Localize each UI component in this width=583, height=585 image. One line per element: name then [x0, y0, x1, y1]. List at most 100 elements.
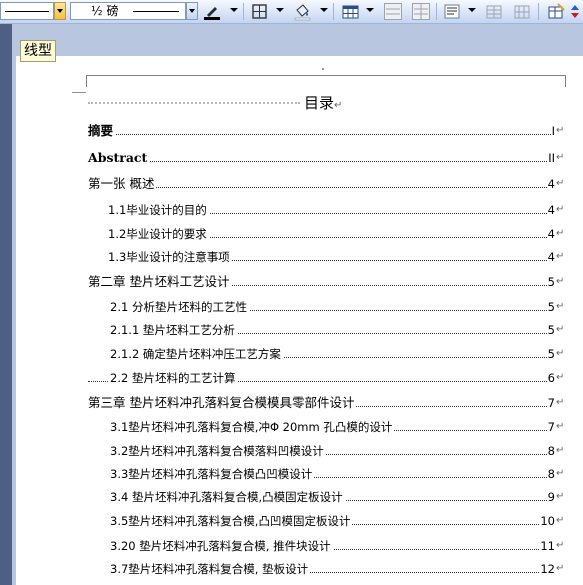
- borders-button[interactable]: [250, 2, 270, 21]
- insert-table-dropdown-arrow[interactable]: [366, 8, 374, 12]
- paint-bucket-icon: [294, 4, 311, 21]
- toc-page-number: 5: [546, 273, 555, 291]
- toc-page-number: II: [547, 149, 555, 167]
- paragraph-mark: ↵: [556, 178, 565, 189]
- line-weight-select[interactable]: ½ 磅: [70, 2, 186, 20]
- line-style-tooltip: 线型: [20, 40, 56, 62]
- toc-entry-title: 1.3毕业设计的注意事项: [108, 248, 232, 266]
- paragraph-mark: ↵: [556, 540, 565, 551]
- toc-page-number: 7: [546, 418, 555, 436]
- paragraph-mark: ↵: [556, 348, 565, 359]
- paragraph-mark: ↵: [556, 125, 565, 136]
- grid-border-icon: [252, 4, 267, 19]
- dot-leader: [88, 187, 553, 188]
- toc-entry-title: 第二章 垫片坯料工艺设计: [88, 273, 232, 291]
- split-cells-icon: [414, 4, 428, 19]
- toc-entry[interactable]: 摘要 I ↵: [0, 122, 567, 140]
- toc-page-number: I: [550, 122, 555, 140]
- line-weight-dropdown-button[interactable]: [186, 2, 198, 20]
- paragraph-mark: ↵: [556, 515, 565, 526]
- align-dropdown-arrow[interactable]: [468, 8, 476, 12]
- toc-entry[interactable]: 1.3毕业设计的注意事项 4 ↵: [0, 248, 567, 266]
- line-style-preview: [5, 11, 49, 12]
- paragraph-mark: ↵: [556, 204, 565, 215]
- toc-entry[interactable]: 3.5垫片坯料冲孔落料复合模,凸凹模固定板设计 10 ↵: [0, 512, 567, 530]
- line-style-dropdown-button[interactable]: [54, 2, 66, 20]
- paragraph-mark: ↵: [556, 324, 565, 335]
- toc-entry[interactable]: 3.20 垫片坯料冲孔落料复合模, 推件块设计 11 ↵: [0, 537, 567, 555]
- sort-button[interactable]: [568, 2, 583, 21]
- toc-page-number: 7: [546, 394, 555, 412]
- paragraph-mark: ↵: [556, 301, 565, 312]
- toc-entry[interactable]: 2.1 分析垫片坯料的工艺性 5 ↵: [0, 298, 567, 316]
- title-leader: [88, 102, 300, 104]
- distribute-rows-icon: [486, 5, 502, 19]
- toc-entry-title: 1.1毕业设计的目的: [108, 201, 209, 219]
- merge-cells-button[interactable]: [384, 3, 402, 20]
- toc-entry[interactable]: 第一张 概述 4 ↵: [0, 175, 567, 193]
- paragraph-mark: ↵: [556, 491, 565, 502]
- toolbar-separator: [538, 3, 539, 20]
- toc-entry[interactable]: 3.7垫片坯料冲孔落料复合模, 垫板设计 12 ↵: [0, 560, 567, 578]
- toc-page-number: 11: [539, 537, 555, 555]
- toc-entry-title: 3.4 垫片坯料冲孔落料复合模,凸模固定板设计: [110, 488, 345, 506]
- borders-dropdown-arrow[interactable]: [276, 8, 284, 12]
- insert-table-button[interactable]: [340, 2, 360, 21]
- table-autoformat-icon: [548, 3, 565, 19]
- toc-entry[interactable]: 1.1毕业设计的目的 4 ↵: [0, 201, 567, 219]
- dot-leader: [88, 134, 553, 135]
- toc-entry[interactable]: 第二章 垫片坯料工艺设计 5 ↵: [0, 273, 567, 291]
- toolbar-separator: [333, 3, 334, 20]
- shading-dropdown-arrow[interactable]: [320, 8, 328, 12]
- shading-color-button[interactable]: [292, 2, 312, 21]
- paragraph-mark: ↵: [556, 468, 565, 479]
- line-weight-value: ½ 磅: [91, 4, 119, 18]
- toc-entry[interactable]: 第三章 垫片坯料冲孔落料复合模模具零部件设计 7 ↵: [0, 394, 567, 412]
- toc-title-text: 目录: [304, 94, 335, 112]
- toc-page-number: 5: [546, 321, 555, 339]
- toc-entry-title: 3.3垫片坯料冲孔落料复合模凸凹模设计: [110, 465, 315, 483]
- distribute-columns-icon: [514, 5, 530, 19]
- header-corner-right: [565, 75, 566, 87]
- toc-entry-title: 摘要: [88, 122, 116, 140]
- table-autoformat-button[interactable]: [546, 2, 566, 21]
- toc-page-number: 8: [546, 465, 555, 483]
- table-icon: [342, 5, 359, 19]
- toc-page-number: 4: [546, 225, 555, 243]
- paragraph-mark: ↵: [556, 421, 565, 432]
- distribute-columns-button[interactable]: [512, 2, 532, 21]
- toc-entry[interactable]: 3.4 垫片坯料冲孔落料复合模,凸模固定板设计 9 ↵: [0, 488, 567, 506]
- paragraph-mark: ↵: [556, 397, 565, 408]
- toc-entry[interactable]: 3.3垫片坯料冲孔落料复合模凸凹模设计 8 ↵: [0, 465, 567, 483]
- toc-entry-title: 2.2 垫片坯料的工艺计算: [110, 369, 238, 387]
- toc-entry-title: Abstract: [88, 149, 150, 167]
- toc-title: 目录↵: [304, 92, 342, 117]
- paragraph-mark: ↵: [556, 251, 565, 262]
- toc-entry-title: 1.2毕业设计的要求: [108, 225, 209, 243]
- toc-entry[interactable]: 2.1.2 确定垫片坯料冲压工艺方案 5 ↵: [0, 345, 567, 363]
- toc-entry-title: 2.1 分析垫片坯料的工艺性: [110, 298, 249, 316]
- toc-entry-title: 2.1.1 垫片坯料工艺分析: [110, 321, 237, 339]
- toc-page-number: 4: [546, 175, 555, 193]
- toc-entry[interactable]: 2.1.1 垫片坯料工艺分析 5 ↵: [0, 321, 567, 339]
- paragraph-mark: ↵: [556, 152, 565, 163]
- toolbar-separator: [243, 3, 244, 20]
- line-style-select[interactable]: [0, 2, 54, 20]
- header-corner-left: [86, 75, 87, 87]
- toc-page-number: 4: [546, 201, 555, 219]
- formatting-toolbar: ½ 磅: [0, 0, 583, 24]
- toc-entry[interactable]: 3.1垫片坯料冲孔落料复合模,冲Φ 20mm 孔凸模的设计 7 ↵: [0, 418, 567, 436]
- toc-page-number: 5: [546, 345, 555, 363]
- toc-entry[interactable]: 1.2毕业设计的要求 4 ↵: [0, 225, 567, 243]
- border-color-button[interactable]: [202, 2, 222, 21]
- align-button[interactable]: [442, 2, 462, 21]
- page-header-border: [86, 75, 566, 76]
- toc-page-number: 10: [539, 512, 555, 530]
- split-cells-button[interactable]: [412, 3, 430, 20]
- toc-entry[interactable]: Abstract II ↵: [0, 149, 567, 167]
- toc-entry[interactable]: 3.2垫片坯料冲孔落料复合模落料凹模设计 8 ↵: [0, 442, 567, 460]
- toc-page-number: 8: [546, 442, 555, 460]
- border-color-dropdown-arrow[interactable]: [230, 8, 238, 12]
- distribute-rows-button[interactable]: [484, 2, 504, 21]
- toc-entry[interactable]: 2.2 垫片坯料的工艺计算 6 ↵: [0, 369, 567, 387]
